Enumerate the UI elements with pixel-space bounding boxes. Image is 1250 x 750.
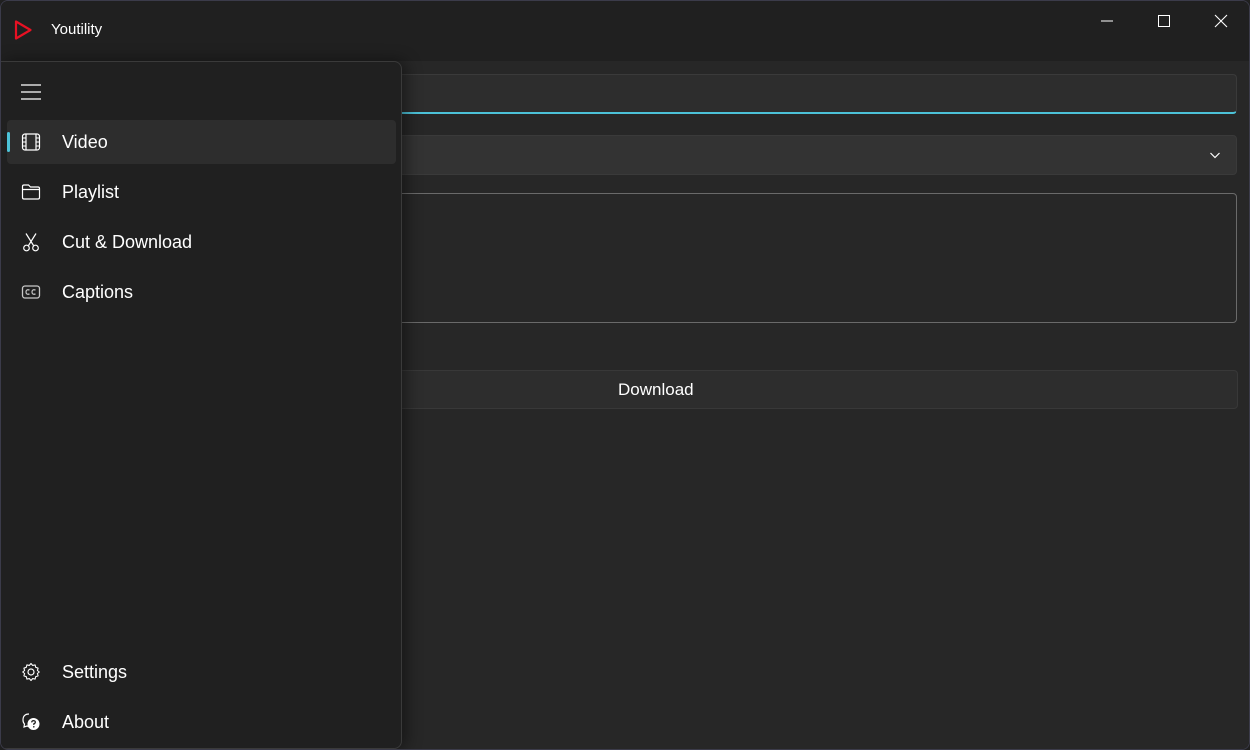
maximize-icon	[1157, 14, 1171, 28]
nav-item-about[interactable]: About	[7, 700, 396, 744]
nav-item-label: About	[62, 712, 110, 732]
hamburger-icon	[20, 83, 42, 101]
nav-item-label: Playlist	[62, 182, 120, 202]
nav-toggle-button[interactable]	[9, 74, 53, 110]
scissors-icon	[21, 232, 41, 252]
about-chat-icon	[21, 712, 41, 732]
format-select[interactable]	[381, 135, 1237, 175]
nav-item-label: Settings	[62, 662, 128, 682]
app-title: Youtility	[51, 21, 103, 38]
nav-item-video[interactable]: Video	[7, 120, 396, 164]
video-info-panel	[381, 193, 1237, 323]
minimize-icon	[1100, 14, 1114, 28]
video-frame-icon	[21, 132, 41, 152]
nav-item-label: Captions	[62, 282, 134, 302]
chevron-down-icon	[1208, 148, 1222, 162]
title-bar[interactable]: Youtility	[1, 1, 1249, 61]
navigation-pane: Video Playlist Cut & Download Captions S…	[1, 61, 402, 749]
download-button[interactable]: Download	[381, 370, 1238, 409]
nav-item-label: Cut & Download	[62, 232, 193, 252]
app-logo-icon	[11, 18, 35, 42]
maximize-button[interactable]	[1136, 1, 1192, 41]
nav-item-label: Video	[62, 132, 108, 152]
close-icon	[1214, 14, 1228, 28]
download-button-label: Download	[618, 379, 694, 399]
url-input[interactable]	[381, 74, 1237, 114]
folder-icon	[21, 182, 41, 202]
closed-captions-icon	[21, 282, 41, 302]
nav-item-playlist[interactable]: Playlist	[7, 170, 396, 214]
selection-indicator	[7, 132, 10, 152]
minimize-button[interactable]	[1079, 1, 1135, 41]
gear-icon	[21, 662, 41, 682]
app-window: Youtility Download Video Playlist Cut & …	[0, 0, 1250, 750]
close-button[interactable]	[1193, 1, 1249, 41]
nav-item-captions[interactable]: Captions	[7, 270, 396, 314]
nav-item-settings[interactable]: Settings	[7, 650, 396, 694]
nav-item-cut-download[interactable]: Cut & Download	[7, 220, 396, 264]
